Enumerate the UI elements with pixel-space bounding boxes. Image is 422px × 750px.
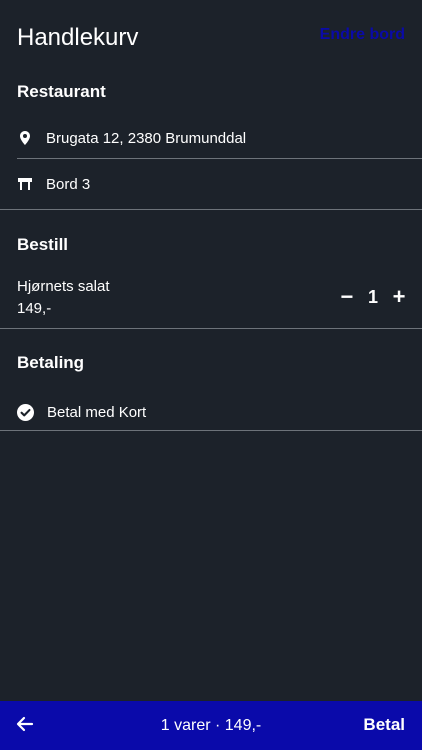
table-icon — [18, 178, 32, 190]
order-section: Bestill Hjørnets salat 149,- − 1 + — [0, 210, 422, 328]
location-pin-icon — [20, 131, 30, 145]
quantity-value: 1 — [367, 286, 378, 307]
restaurant-section-title: Restaurant — [17, 82, 106, 101]
pay-button[interactable]: Betal — [363, 715, 405, 735]
divider — [0, 430, 422, 431]
page-title: Handlekurv — [17, 24, 139, 51]
table-label: Bord 3 — [46, 175, 91, 193]
item-price: 149,- — [17, 300, 52, 317]
bottom-bar: 1 varer · 149,- Betal — [0, 701, 422, 750]
payment-section: Betaling Betal med Kort — [0, 329, 422, 430]
header: Handlekurv Endre bord — [0, 0, 422, 72]
increase-quantity-button[interactable]: + — [392, 286, 406, 308]
order-section-title: Bestill — [17, 235, 69, 254]
quantity-stepper: − 1 + — [340, 286, 406, 308]
arrow-left-icon[interactable] — [16, 715, 34, 733]
item-name: Hjørnets salat — [17, 278, 110, 295]
cart-summary: 1 varer · 149,- — [160, 716, 262, 734]
restaurant-address: Brugata 12, 2380 Brumunddal — [46, 129, 247, 147]
restaurant-address-row: Brugata 12, 2380 Brumunddal — [0, 116, 422, 158]
check-circle-icon — [17, 404, 34, 421]
restaurant-section: Restaurant Brugata 12, 2380 Brumunddal B… — [0, 72, 422, 209]
payment-method-label: Betal med Kort — [47, 404, 147, 421]
payment-section-title: Betaling — [17, 353, 85, 372]
decrease-quantity-button[interactable]: − — [340, 286, 354, 308]
change-table-button[interactable]: Endre bord — [320, 26, 405, 44]
order-item: Hjørnets salat 149,- − 1 + — [0, 276, 422, 328]
payment-method-row[interactable]: Betal med Kort — [0, 395, 422, 430]
table-row: Bord 3 — [0, 159, 422, 209]
